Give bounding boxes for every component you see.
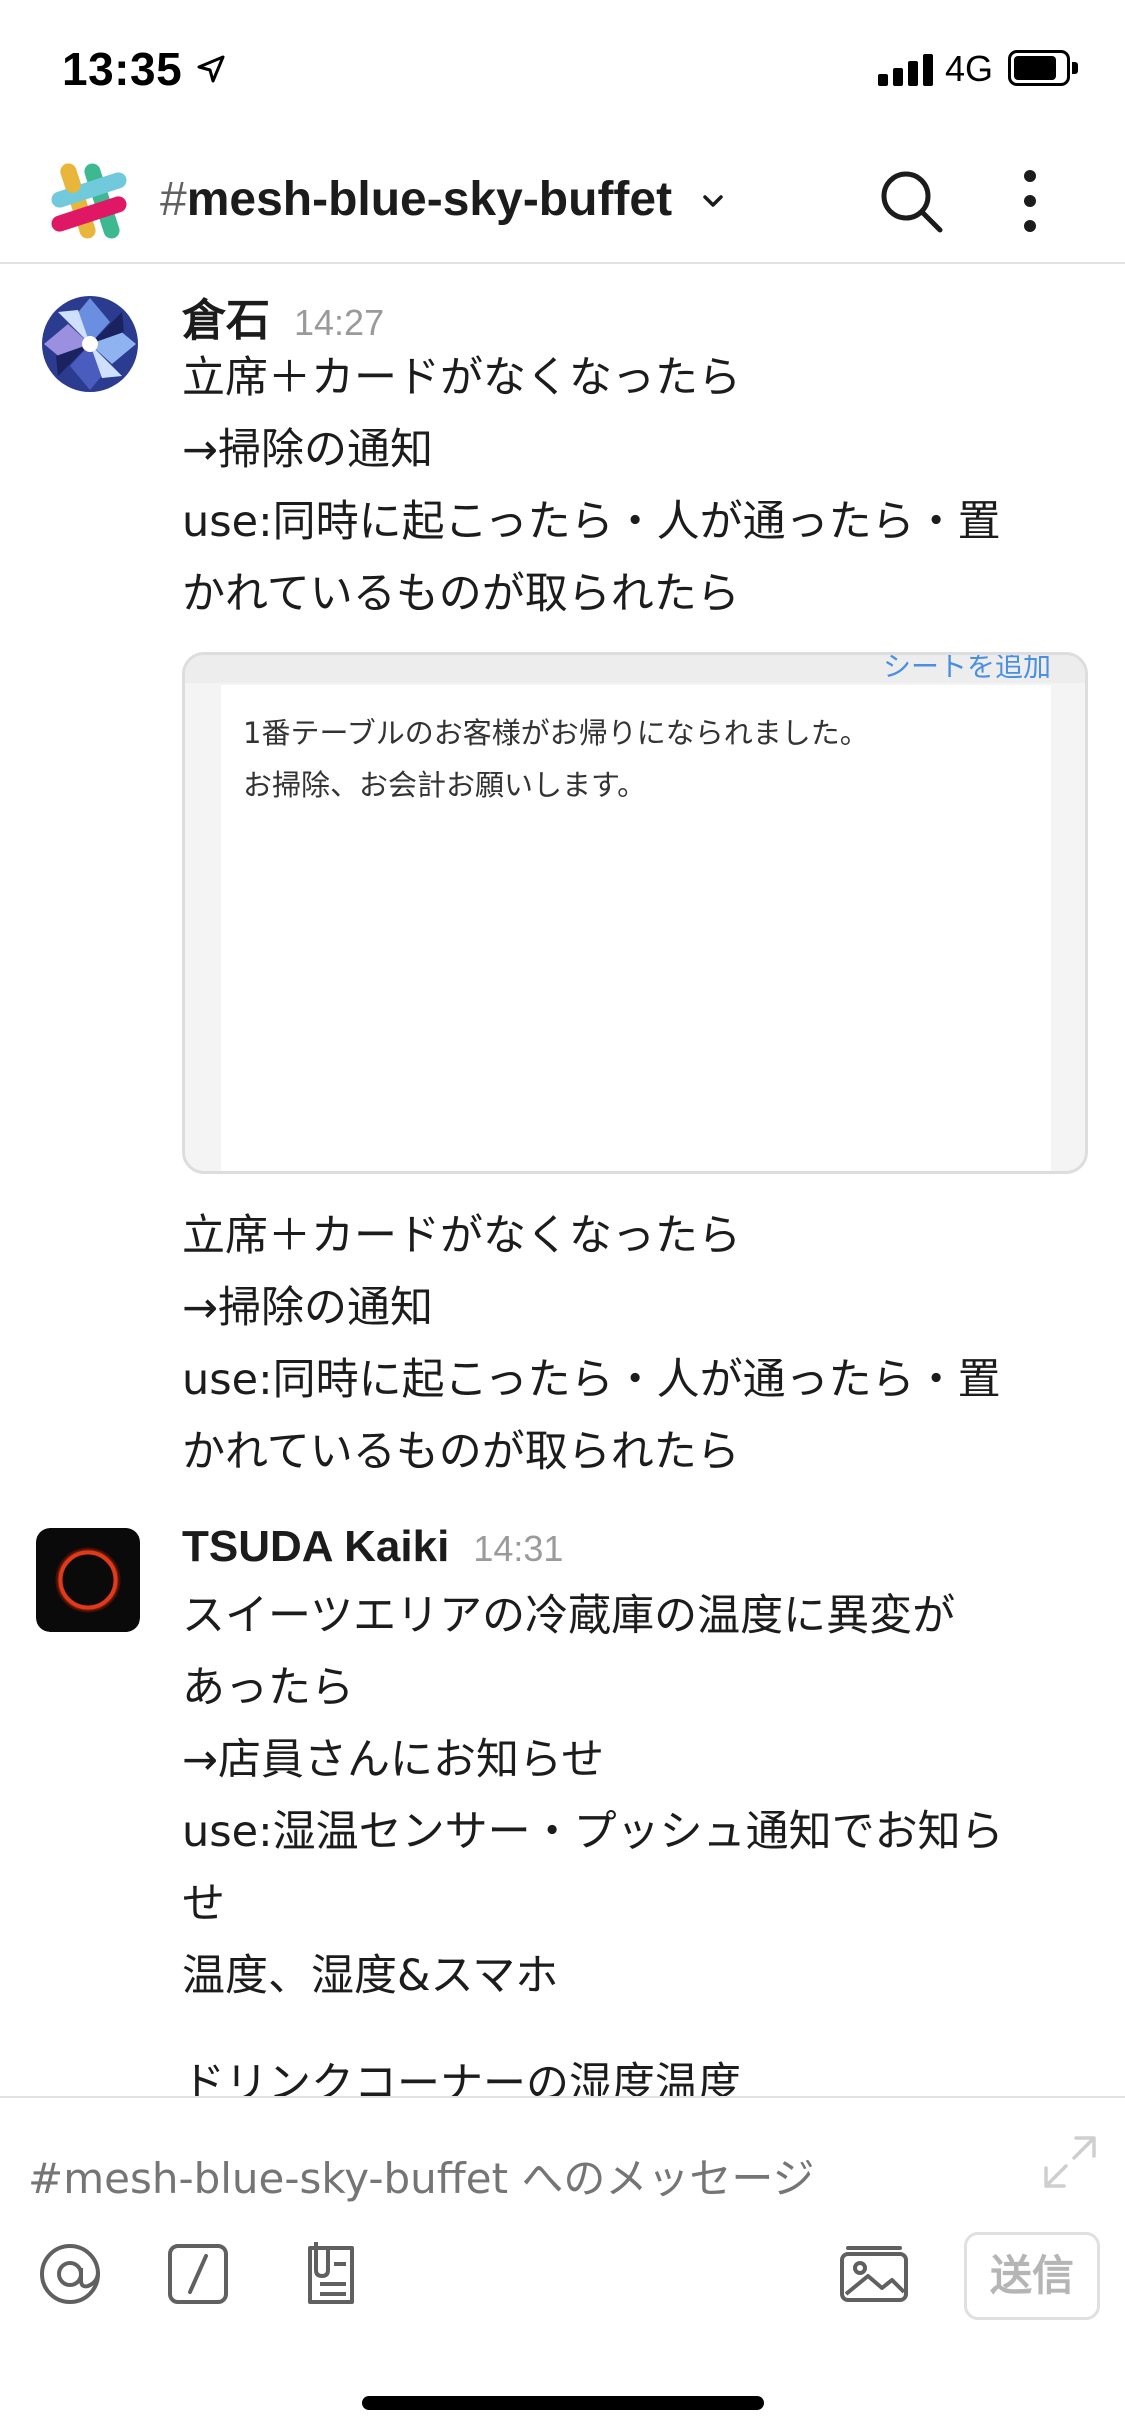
message-time: 14:31: [473, 1528, 564, 1569]
chevron-down-icon[interactable]: [700, 188, 726, 214]
mention-icon[interactable]: [30, 2234, 110, 2314]
message-line: →店員さんにお知らせ: [182, 1735, 605, 1785]
message-line: あったら: [182, 1663, 354, 1713]
photo-icon[interactable]: [834, 2234, 914, 2314]
message-body: 立席＋カードがなくなったら →掃除の通知 use:同時に起こったら・人が通ったら…: [182, 342, 1092, 630]
image-attachment[interactable]: シートを追加 1番テーブルのお客様がお帰りになられました。 お掃除、お会計お願い…: [182, 652, 1088, 1174]
message-line: use:同時に起こったら・人が通ったら・置: [182, 497, 1001, 547]
avatar[interactable]: [38, 292, 142, 396]
attachment-sheet: 1番テーブルのお客様がお帰りになられました。 お掃除、お会計お願いします。: [221, 685, 1051, 1171]
message-line: →掃除の通知: [182, 1283, 434, 1333]
location-arrow-icon: [197, 55, 225, 83]
more-vertical-icon[interactable]: [1010, 166, 1050, 236]
channel-name: mesh-blue-sky-buffet: [186, 173, 673, 226]
channel-hash: #: [160, 173, 187, 226]
message-header: 倉石 14:27: [182, 284, 384, 348]
status-bar: 13:35 4G: [0, 0, 1125, 140]
message-time: 14:27: [294, 302, 385, 343]
message-body: スイーツエリアの冷蔵庫の温度に異変が あったら →店員さんにお知らせ use:湿…: [182, 1580, 1092, 2096]
author-name[interactable]: 倉石: [182, 296, 270, 345]
message-input[interactable]: [28, 2138, 988, 2218]
attachment-line: お掃除、お会計お願いします。: [243, 768, 647, 802]
attach-file-icon[interactable]: [290, 2234, 370, 2314]
message-line: 立席＋カードがなくなったら: [182, 353, 741, 403]
battery-icon: [1008, 50, 1078, 86]
message-line: 温度、湿度&スマホ: [182, 1951, 559, 2001]
avatar[interactable]: [36, 1528, 140, 1632]
signal-icon: [878, 52, 934, 86]
message-header: TSUDA Kaiki 14:31: [182, 1522, 563, 1572]
search-icon[interactable]: [876, 166, 946, 236]
author-name[interactable]: TSUDA Kaiki: [182, 1522, 449, 1571]
slash-command-icon[interactable]: [158, 2234, 238, 2314]
send-button[interactable]: 送信: [964, 2232, 1100, 2320]
attachment-text: 1番テーブルのお客様がお帰りになられました。 お掃除、お会計お願いします。: [243, 707, 869, 811]
expand-icon[interactable]: [1040, 2132, 1100, 2192]
message-list[interactable]: 倉石 14:27 立席＋カードがなくなったら →掃除の通知 use:同時に起こった…: [0, 266, 1125, 2096]
attachment-partial-header: シートを追加: [882, 652, 1051, 682]
message-line: →掃除の通知: [182, 425, 434, 475]
slack-logo-icon[interactable]: [44, 156, 134, 246]
channel-header: #mesh-blue-sky-buffet: [0, 140, 1125, 264]
message-line: 立席＋カードがなくなったら: [182, 1211, 741, 1261]
message-line: スイーツエリアの冷蔵庫の温度に異変が: [182, 1591, 956, 1641]
message-line-partial: ドリンクコーナーの湿度温度: [182, 2059, 741, 2096]
message-composer: 送信: [0, 2096, 1125, 2436]
message-line: かれているものが取られたら: [182, 1427, 740, 1477]
attachment-top-strip: シートを追加: [185, 652, 1085, 683]
status-time: 13:35: [62, 43, 183, 95]
message-line: せ: [182, 1879, 225, 1929]
channel-title[interactable]: #mesh-blue-sky-buffet: [160, 172, 672, 227]
home-indicator[interactable]: [362, 2396, 764, 2410]
message-body-continued: 立席＋カードがなくなったら →掃除の通知 use:同時に起こったら・人が通ったら…: [182, 1200, 1092, 1488]
message-line: use:湿温センサー・プッシュ通知でお知ら: [182, 1807, 1004, 1857]
message-line: かれているものが取られたら: [182, 569, 740, 619]
message-line: use:同時に起こったら・人が通ったら・置: [182, 1355, 1001, 1405]
attachment-line: 1番テーブルのお客様がお帰りになられました。: [243, 716, 869, 750]
network-type: 4G: [945, 48, 994, 89]
